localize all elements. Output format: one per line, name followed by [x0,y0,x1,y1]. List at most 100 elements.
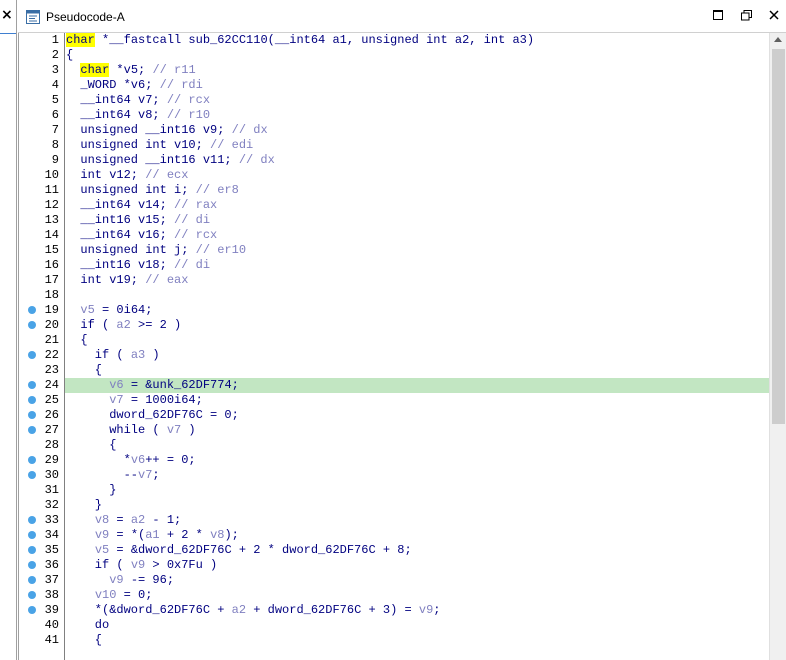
code-token: { [66,363,103,377]
code-line[interactable]: if ( v9 > 0x7Fu ) [65,558,770,573]
code-line[interactable]: unsigned int i; // er8 [65,183,770,198]
tab-pseudocode[interactable]: Pseudocode-A [20,3,780,31]
code-line[interactable]: __int16 v18; // di [65,258,770,273]
code-line[interactable]: char *__fastcall sub_62CC110(__int64 a1,… [65,33,770,48]
code-line[interactable]: int v19; // eax [65,273,770,288]
window-controls [712,8,780,22]
code-line[interactable]: char *v5; // r11 [65,63,770,78]
code-line[interactable]: _WORD *v6; // rdi [65,78,770,93]
highlighted-keyword: char [80,63,110,77]
code-line[interactable]: __int64 v16; // rcx [65,228,770,243]
code-token: { [66,333,88,347]
code-token: = &unk_62DF774; [123,378,239,392]
code-line[interactable]: unsigned __int16 v9; // dx [65,123,770,138]
code-view[interactable]: char *__fastcall sub_62CC110(__int64 a1,… [64,33,770,660]
code-variable: v7 [109,393,124,407]
code-line[interactable]: unsigned int j; // er10 [65,243,770,258]
code-line[interactable]: } [65,483,770,498]
code-line[interactable]: unsigned int v10; // edi [65,138,770,153]
code-line[interactable]: v5 = 0i64; [65,303,770,318]
vertical-scrollbar[interactable] [769,33,786,660]
line-number: 31 [44,483,59,497]
code-line[interactable]: if ( a2 >= 2 ) [65,318,770,333]
code-comment: // rdi [159,78,203,92]
code-comment: // di [174,258,211,272]
code-line[interactable]: v5 = &dword_62DF76C + 2 * dword_62DF76C … [65,543,770,558]
code-line[interactable]: unsigned __int16 v11; // dx [65,153,770,168]
scroll-up-arrow-icon[interactable] [774,37,782,42]
code-line[interactable]: --v7; [65,468,770,483]
code-token: unsigned int j; [66,243,196,257]
line-number: 12 [44,198,59,212]
line-number: 28 [44,438,59,452]
line-number: 1 [51,33,59,47]
line-number: 18 [44,288,59,302]
highlighted-keyword: char [66,33,95,47]
code-line[interactable]: do [65,618,770,633]
code-line[interactable]: { [65,633,770,648]
code-token: ) [181,423,196,437]
scrollbar-thumb[interactable] [772,49,785,424]
code-variable: v9 [418,603,434,617]
code-comment: // di [174,213,211,227]
code-token: } [66,483,117,497]
code-line[interactable]: while ( v7 ) [65,423,770,438]
code-variable: v6 [109,378,124,392]
code-comment: // dx [238,153,275,167]
code-line[interactable]: v8 = a2 - 1; [65,513,770,528]
line-number: 11 [44,183,59,197]
current-code-line[interactable]: v6 = &unk_62DF774; [65,378,770,393]
code-line[interactable]: v7 = 1000i64; [65,393,770,408]
code-token: *v5; [109,63,153,77]
code-variable: a2 [130,513,146,527]
code-token: unsigned __int16 v11; [66,153,239,167]
restore-button[interactable] [740,8,752,22]
code-token: = 0; [116,588,153,602]
code-line[interactable]: __int64 v7; // rcx [65,93,770,108]
maximize-button[interactable] [712,8,724,22]
code-line[interactable]: if ( a3 ) [65,348,770,363]
code-line[interactable]: v10 = 0; [65,588,770,603]
code-comment: // edi [210,138,254,152]
code-token: = 1000i64; [123,393,203,407]
code-token: if ( [66,558,131,572]
code-line[interactable] [65,288,770,303]
line-number: 36 [44,558,59,572]
code-line[interactable]: dword_62DF76C = 0; [65,408,770,423]
line-number: 27 [44,423,59,437]
code-token: + 2 * [159,528,211,542]
code-line[interactable]: { [65,48,770,63]
code-token: unsigned __int16 v9; [66,123,232,137]
code-line[interactable]: v9 -= 96; [65,573,770,588]
code-token: -= 96; [123,573,175,587]
line-number: 14 [44,228,59,242]
code-line[interactable]: { [65,333,770,348]
line-number: 20 [44,318,59,332]
close-icon [769,10,779,20]
close-panel-button[interactable]: × [1,8,13,22]
code-token: int v19; [66,273,146,287]
code-line[interactable]: { [65,438,770,453]
pseudocode-icon [26,10,40,24]
close-button[interactable] [768,8,780,22]
code-line[interactable]: __int64 v14; // rax [65,198,770,213]
line-number: 22 [44,348,59,362]
pseudocode-editor[interactable]: 1 2 3 4 5 6 7 8 9 10 11 12 13 14 15 16 17 18 19 20 21 22 23 24 2… [18,33,786,660]
code-line[interactable]: __int64 v8; // r10 [65,108,770,123]
code-token: * [66,453,131,467]
line-number-gutter[interactable]: 1 2 3 4 5 6 7 8 9 10 11 12 13 14 15 16 17 18 19 20 21 22 23 24 2… [19,33,64,660]
code-line[interactable]: v9 = *(a1 + 2 * v8); [65,528,770,543]
code-line[interactable]: } [65,498,770,513]
code-line[interactable]: __int16 v15; // di [65,213,770,228]
code-line[interactable]: *(&dword_62DF76C + a2 + dword_62DF76C + … [65,603,770,618]
code-line[interactable]: *v6++ = 0; [65,453,770,468]
line-number: 25 [44,393,59,407]
line-number: 33 [44,513,59,527]
code-line[interactable]: int v12; // ecx [65,168,770,183]
line-number: 7 [51,123,59,137]
code-line[interactable]: { [65,363,770,378]
